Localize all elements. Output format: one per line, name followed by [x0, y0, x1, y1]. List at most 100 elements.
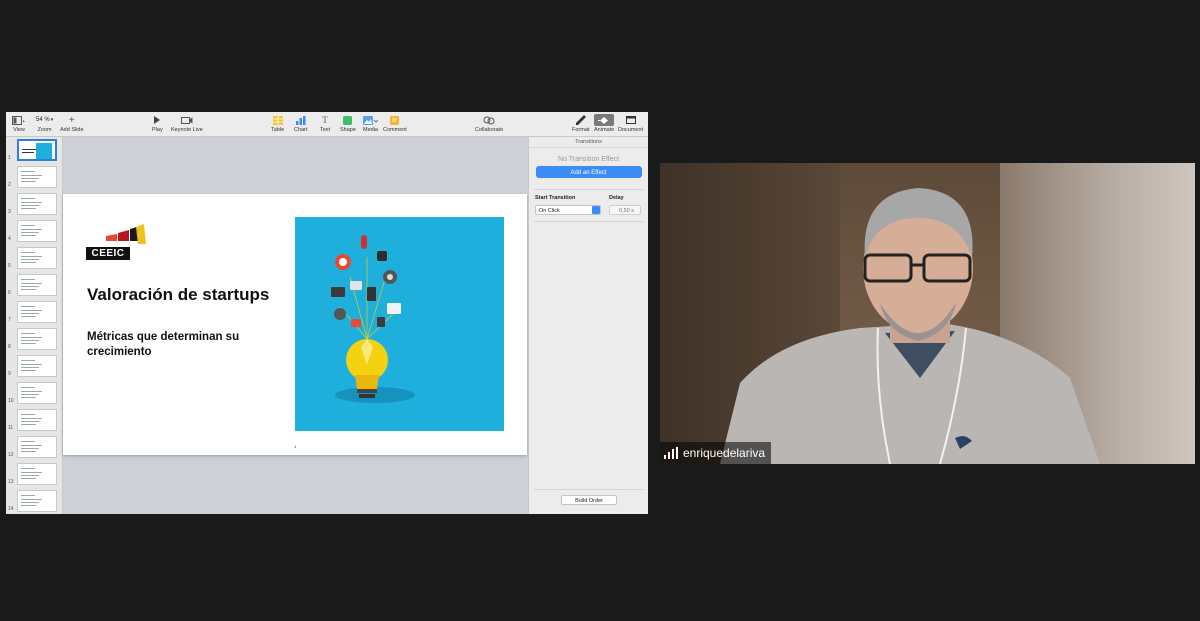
slide-canvas[interactable]: CEEIC Valoración de startups Métricas qu…	[63, 137, 618, 514]
view-button[interactable]: View	[12, 114, 26, 133]
slide[interactable]: CEEIC Valoración de startups Métricas qu…	[63, 194, 527, 455]
play-button[interactable]: Play	[152, 114, 163, 133]
divider	[534, 189, 643, 190]
add-effect-button[interactable]: Add an Effect	[535, 166, 642, 178]
slide-thumbnail[interactable]	[17, 355, 57, 377]
thumbnail-line	[21, 262, 36, 263]
divider	[534, 221, 643, 222]
slide-thumb-number: 7	[8, 317, 11, 323]
plus-icon: +	[68, 114, 75, 126]
thumbnail-line	[21, 286, 39, 287]
shared-screen: View 54 % ▾ Zoom + Add Slide Play Keynote…	[6, 112, 648, 514]
thumbnail-line	[21, 502, 39, 503]
slide-thumbnail[interactable]	[17, 409, 57, 431]
keynote-live-button[interactable]: Keynote Live	[171, 114, 203, 133]
thumbnail-line	[21, 391, 42, 392]
slide-thumb-number: 12	[8, 452, 14, 458]
chevron-down-icon: ▾	[50, 117, 54, 123]
slide-thumbnail[interactable]	[17, 166, 57, 188]
format-button[interactable]: Format	[572, 114, 589, 133]
slide-thumb-number: 6	[8, 290, 11, 296]
slide-thumb-number: 13	[8, 479, 14, 485]
add-slide-button[interactable]: + Add Slide	[60, 114, 84, 134]
slide-thumb-number: 2	[8, 182, 11, 188]
zoom-label: Zoom	[37, 127, 52, 133]
thumbnail-line	[21, 337, 42, 338]
thumbnail-line	[21, 205, 39, 206]
divider	[534, 489, 643, 490]
chevron-updown-icon	[592, 206, 600, 214]
slide-thumbnail[interactable]	[17, 193, 57, 215]
slide-thumbnail[interactable]	[17, 274, 57, 296]
thumbnail-line	[21, 229, 42, 230]
media-button[interactable]: Media	[363, 114, 378, 133]
slide-thumbnail[interactable]	[17, 382, 57, 404]
zoom-value: 54 %	[36, 117, 50, 123]
thumbnail-line	[21, 387, 35, 388]
text-label: Text	[320, 127, 331, 133]
delay-stepper[interactable]: 0,50 s	[609, 205, 641, 215]
participant-figure	[720, 188, 1100, 464]
table-icon	[272, 115, 283, 125]
table-button[interactable]: Table	[271, 114, 284, 133]
zoom-control[interactable]: 54 % ▾ Zoom	[36, 114, 53, 133]
thumbnail-line	[21, 343, 36, 344]
thumbnail-line	[21, 414, 35, 415]
animate-inspector: Transitions No Transition Effect Add an …	[528, 137, 648, 514]
document-label: Document	[618, 127, 644, 133]
thumbnail-line	[21, 367, 39, 368]
slide-thumb-number: 3	[8, 209, 11, 215]
thumbnail-line	[21, 418, 42, 419]
thumbnail-line	[21, 364, 42, 365]
text-icon: T	[322, 115, 328, 125]
delay-label: Delay	[609, 195, 624, 201]
thumbnail-line	[21, 208, 36, 209]
slide-thumb-number: 14	[8, 506, 14, 512]
slide-navigator[interactable]: 1 2 3 4 5 6 7 8 9 10 11 12 13 14	[6, 137, 63, 514]
thumbnail-line	[21, 289, 36, 290]
thumbnail-line	[21, 424, 36, 425]
media-label: Media	[363, 127, 378, 133]
start-transition-select[interactable]: On Click	[535, 205, 601, 215]
thumbnail-line	[21, 306, 35, 307]
keynote-toolbar: View 54 % ▾ Zoom + Add Slide Play Keynote…	[6, 112, 648, 137]
thumbnail-line	[21, 279, 35, 280]
add-slide-label: Add Slide	[60, 127, 84, 133]
thumbnail-line	[21, 394, 39, 395]
slide-thumb-number: 4	[8, 236, 11, 242]
shape-label: Shape	[340, 127, 356, 133]
document-button[interactable]: Document	[618, 114, 643, 133]
thumbnail-line	[21, 235, 36, 236]
slide-thumbnail[interactable]	[17, 328, 57, 350]
animate-button[interactable]: Animate	[594, 114, 614, 133]
slide-thumbnail[interactable]	[17, 220, 57, 242]
text-button[interactable]: T Text	[320, 114, 330, 133]
slide-thumbnail[interactable]	[17, 139, 57, 161]
slide-thumbnail[interactable]	[17, 436, 57, 458]
participant-video[interactable]: enriquedelariva	[660, 163, 1195, 464]
slide-thumbnail[interactable]	[17, 247, 57, 269]
slide-thumb-number: 11	[8, 425, 14, 431]
thumbnail-line	[21, 472, 42, 473]
comment-button[interactable]: Comment	[383, 114, 407, 133]
build-order-button[interactable]: Build Order	[561, 495, 617, 505]
slide-thumb-number: 9	[8, 371, 11, 377]
paintbrush-icon	[575, 115, 586, 125]
slide-thumbnail[interactable]	[17, 301, 57, 323]
slide-thumbnail[interactable]	[17, 490, 57, 512]
slide-title: Valoración de startups	[87, 285, 270, 304]
thumbnail-line	[21, 451, 36, 452]
thumbnail-line	[21, 505, 36, 506]
thumbnail-line	[21, 181, 36, 182]
collaborate-button[interactable]: Collaborate	[475, 114, 503, 133]
thumbnail-line	[21, 499, 42, 500]
shape-button[interactable]: Shape	[340, 114, 356, 133]
chart-button[interactable]: Chart	[294, 114, 307, 133]
thumbnail-line	[21, 333, 35, 334]
format-label: Format	[572, 127, 590, 133]
transitions-tab[interactable]: Transitions	[529, 137, 648, 148]
slide-thumb-number: 5	[8, 263, 11, 269]
thumbnail-line	[21, 202, 42, 203]
slide-thumbnail[interactable]	[17, 463, 57, 485]
shape-icon	[343, 115, 353, 125]
